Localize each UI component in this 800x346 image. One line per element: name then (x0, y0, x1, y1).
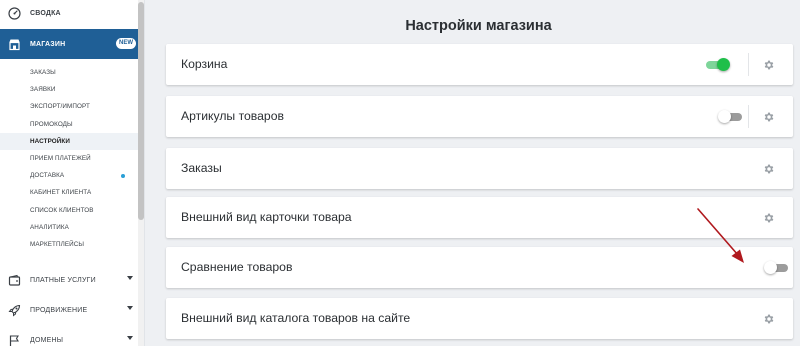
sidebar: СВОДКА МАГАЗИН NEW ЗАКАЗЫ ЗАЯВКИ ЭКСПОРТ… (0, 0, 145, 346)
sidebar-item-domains[interactable]: ДОМЕНЫ (0, 327, 138, 346)
divider (748, 105, 749, 128)
sidebar-subitem-requests[interactable]: ЗАЯВКИ (0, 81, 138, 98)
sidebar-submenu: ЗАКАЗЫ ЗАЯВКИ ЭКСПОРТ/ИМПОРТ ПРОМОКОДЫ Н… (0, 64, 138, 253)
gear-icon[interactable] (763, 312, 775, 324)
settings-card-title: Корзина (181, 57, 228, 71)
gear-icon[interactable] (763, 162, 775, 174)
settings-card-title: Заказы (181, 161, 222, 175)
sidebar-item-label: ПРОДВИЖЕНИЕ (30, 306, 88, 314)
main-content: Настройки магазина Корзина Артикулы това… (145, 0, 800, 346)
settings-card-catalog-view: Внешний вид каталога товаров на сайте (166, 298, 793, 339)
sidebar-subitem-orders[interactable]: ЗАКАЗЫ (0, 64, 138, 81)
notification-dot (121, 174, 125, 179)
sidebar-subitem-client-list[interactable]: СПИСОК КЛИЕНТОВ (0, 202, 138, 219)
rocket-icon (8, 304, 21, 317)
settings-card-product-compare: Сравнение товаров (166, 247, 793, 288)
scrollbar-thumb[interactable] (138, 2, 144, 220)
gauge-icon (8, 7, 21, 20)
settings-card-title: Сравнение товаров (181, 260, 293, 274)
sidebar-subitem-marketplaces[interactable]: МАРКЕТПЛЕЙСЫ (0, 236, 138, 253)
sidebar-subitem-payments[interactable]: ПРИЕМ ПЛАТЕЖЕЙ (0, 150, 138, 167)
settings-card-title: Артикулы товаров (181, 109, 284, 123)
sidebar-subitem-label: ДОСТАВКА (30, 172, 65, 180)
settings-card-cart: Корзина (166, 44, 793, 85)
sidebar-item-summary[interactable]: СВОДКА (0, 0, 138, 27)
settings-card-title: Внешний вид каталога товаров на сайте (181, 311, 411, 325)
flag-icon (8, 334, 21, 346)
chevron-down-icon (127, 306, 133, 310)
sidebar-item-paid-services[interactable]: ПЛАТНЫЕ УСЛУГИ (0, 267, 138, 293)
page-title: Настройки магазина (405, 18, 552, 34)
store-icon (8, 38, 21, 51)
sidebar-item-label: СВОДКА (30, 10, 61, 17)
sidebar-item-label: МАГАЗИН (30, 40, 66, 48)
settings-card-product-card-view: Внешний вид карточки товара (166, 197, 793, 238)
cart-toggle[interactable] (704, 57, 730, 72)
gear-icon[interactable] (763, 58, 775, 70)
wallet-icon (8, 274, 21, 287)
sidebar-item-label: ПЛАТНЫЕ УСЛУГИ (30, 276, 96, 284)
gear-icon[interactable] (763, 211, 775, 223)
chevron-down-icon (127, 336, 133, 340)
sidebar-subitem-delivery[interactable]: ДОСТАВКА (0, 167, 138, 184)
settings-card-sku: Артикулы товаров (166, 96, 793, 137)
sidebar-item-label: ДОМЕНЫ (30, 336, 64, 344)
sidebar-item-promotion[interactable]: ПРОДВИЖЕНИЕ (0, 297, 138, 323)
sidebar-item-store[interactable]: МАГАЗИН NEW (0, 29, 138, 59)
new-badge: NEW (116, 38, 136, 49)
sidebar-subitem-export-import[interactable]: ЭКСПОРТ/ИМПОРТ (0, 98, 138, 115)
sidebar-subitem-analytics[interactable]: АНАЛИТИКА (0, 219, 138, 236)
settings-card-orders: Заказы (166, 148, 793, 189)
settings-card-title: Внешний вид карточки товара (181, 210, 352, 224)
sidebar-subitem-settings[interactable]: НАСТРОЙКИ (0, 132, 138, 150)
sidebar-subitem-client-cabinet[interactable]: КАБИНЕТ КЛИЕНТА (0, 184, 138, 201)
sidebar-scrollbar[interactable] (138, 0, 144, 346)
gear-icon[interactable] (763, 110, 775, 122)
chevron-down-icon (127, 276, 133, 280)
sku-toggle[interactable] (718, 109, 744, 124)
divider (748, 53, 749, 76)
compare-toggle[interactable] (764, 260, 790, 275)
sidebar-subitem-promocodes[interactable]: ПРОМОКОДЫ (0, 116, 138, 133)
